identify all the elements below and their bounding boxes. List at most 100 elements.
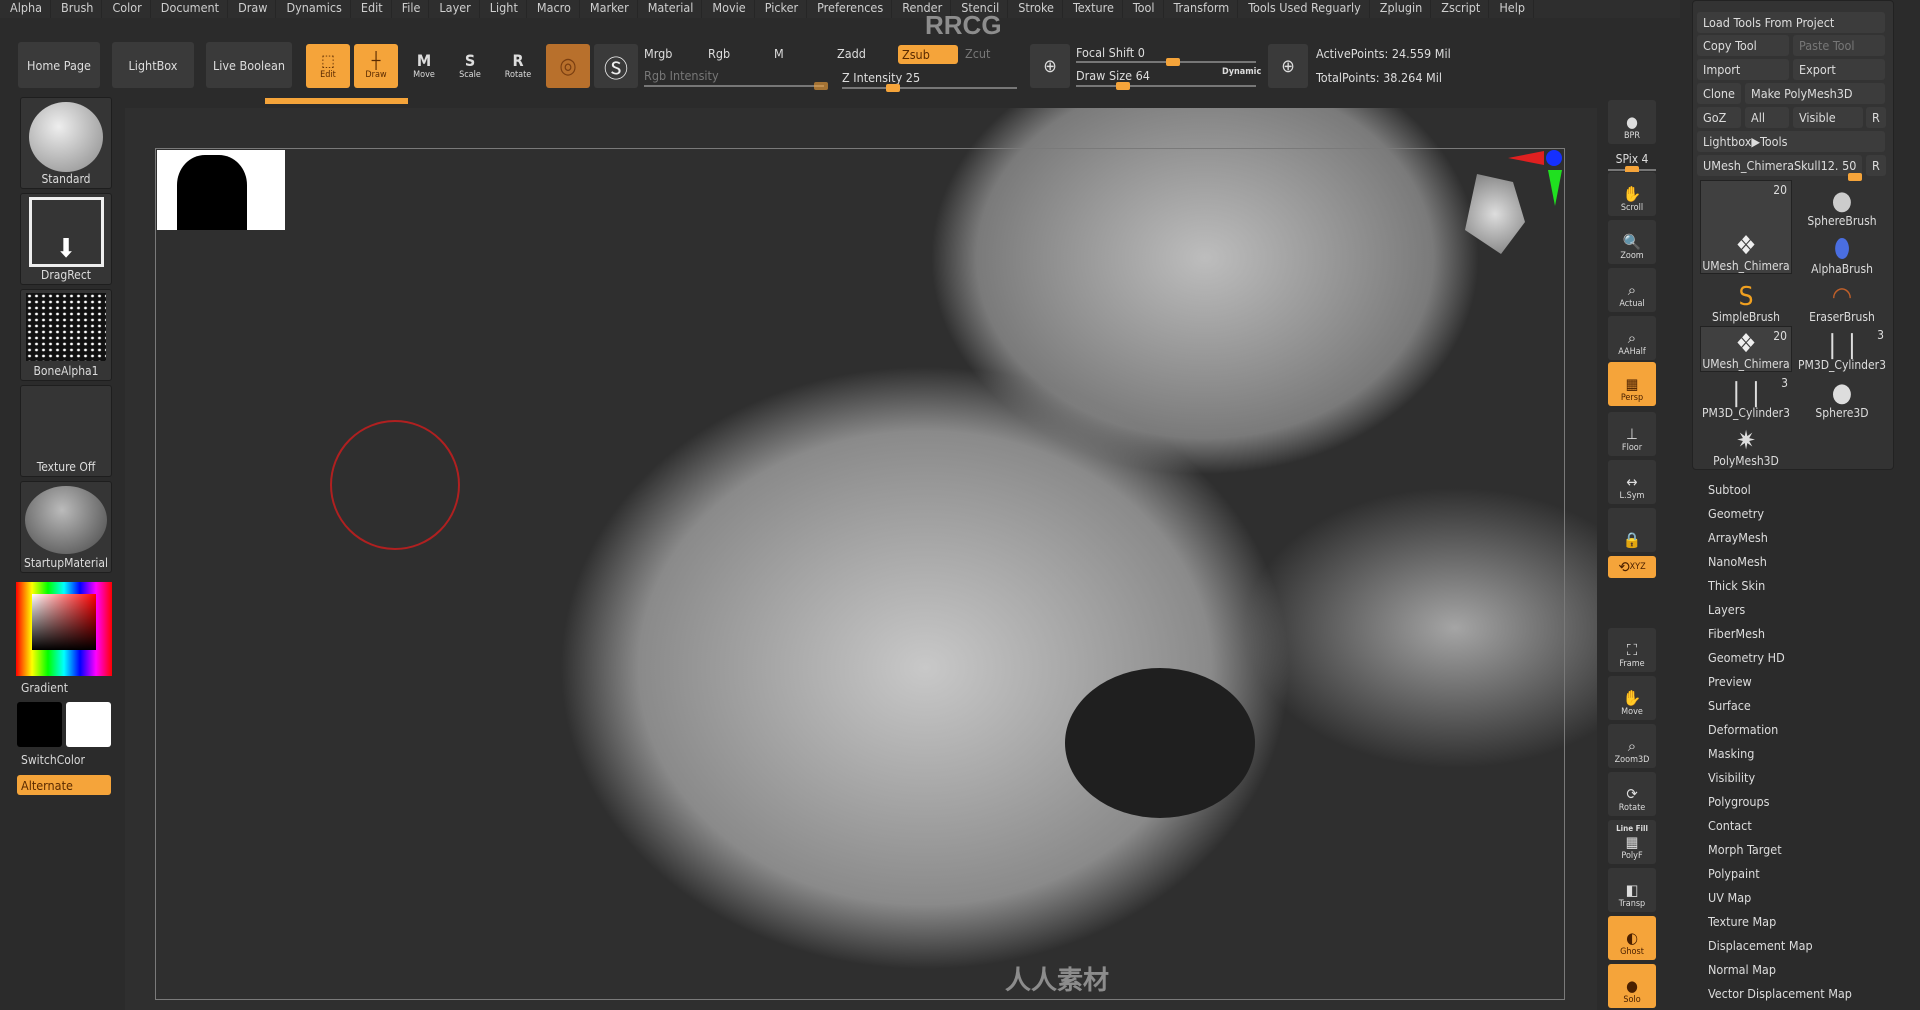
navigation-silhouette[interactable] xyxy=(157,150,285,230)
all-button[interactable]: All xyxy=(1745,107,1789,128)
alternate-button[interactable]: Alternate xyxy=(17,775,111,795)
lightbox-button[interactable]: LightBox xyxy=(112,42,194,88)
subpalette-nanomesh[interactable]: NanoMesh xyxy=(1708,554,1767,569)
shelf-floor-button[interactable]: ⊥ Floor xyxy=(1608,412,1656,456)
zsub-button[interactable]: Zsub xyxy=(898,45,958,64)
shelf-zoom-button[interactable]: 🔍 Zoom xyxy=(1608,220,1656,264)
subpalette-morph-target[interactable]: Morph Target xyxy=(1708,842,1782,857)
brush-selector[interactable]: Standard xyxy=(20,97,112,189)
menu-edit[interactable]: Edit xyxy=(351,0,392,18)
menu-zscript[interactable]: Zscript xyxy=(1431,0,1490,18)
subpalette-normal-map[interactable]: Normal Map xyxy=(1708,962,1776,977)
shelf-xyz-button[interactable]: ⟲ XYZ xyxy=(1608,556,1656,578)
lightbox-tools-button[interactable]: Lightbox▶Tools xyxy=(1697,131,1885,152)
menu-draw[interactable]: Draw xyxy=(228,0,277,18)
menu-stroke[interactable]: Stroke xyxy=(1008,0,1063,18)
edit-button[interactable]: ⬚ Edit xyxy=(306,44,350,88)
menu-texture[interactable]: Texture xyxy=(1063,0,1123,18)
m-button[interactable]: M xyxy=(774,46,784,61)
draw-button[interactable]: ┼ Draw xyxy=(354,44,398,88)
material-selector[interactable]: StartupMaterial xyxy=(20,481,112,573)
shelf-aahalf-button[interactable]: ⌕ AAHalf xyxy=(1608,316,1656,360)
subpalette-layers[interactable]: Layers xyxy=(1708,602,1745,617)
mrgb-button[interactable]: Mrgb xyxy=(644,46,672,61)
subpalette-vector-displacement-map[interactable]: Vector Displacement Map xyxy=(1708,986,1852,1001)
make-polymesh3d-button[interactable]: Make PolyMesh3D xyxy=(1745,83,1885,104)
subpalette-polygroups[interactable]: Polygroups xyxy=(1708,794,1770,809)
menu-layer[interactable]: Layer xyxy=(429,0,480,18)
tool-thumb-umesh-chimera[interactable]: 20 ❖ UMesh_Chimera xyxy=(1700,326,1792,372)
menu-tools-used-reguarly[interactable]: Tools Used Reguarly xyxy=(1238,0,1370,18)
tool-thumb-sphere3d[interactable]: ● Sphere3D xyxy=(1796,374,1888,420)
scale-button[interactable]: S Scale xyxy=(448,44,492,88)
subpalette-subtool[interactable]: Subtool xyxy=(1708,482,1751,497)
shelf-persp-button[interactable]: ▦ Persp xyxy=(1608,362,1656,406)
paste-tool-button[interactable]: Paste Tool xyxy=(1793,35,1885,56)
menu-tool[interactable]: Tool xyxy=(1123,0,1164,18)
draw-curve-button[interactable]: ⊕ xyxy=(1268,44,1308,88)
tool-thumb-pm3d-cylinder3[interactable]: 3 ❘❘ PM3D_Cylinder3 xyxy=(1796,326,1888,372)
live-boolean-button[interactable]: Live Boolean xyxy=(206,42,292,88)
subpalette-displacement-map[interactable]: Displacement Map xyxy=(1708,938,1813,953)
subpalette-uv-map[interactable]: UV Map xyxy=(1708,890,1751,905)
tool-thumb-alphabrush[interactable]: ⬮ AlphaBrush xyxy=(1796,230,1888,276)
focal-shift-curve-button[interactable]: ⊕ xyxy=(1030,44,1070,88)
zadd-button[interactable]: Zadd xyxy=(837,46,866,61)
subpalette-thick-skin[interactable]: Thick Skin xyxy=(1708,578,1765,593)
switch-color-button[interactable]: SwitchColor xyxy=(21,753,85,767)
tool-thumb-polymesh3d[interactable]: ✷ PolyMesh3D xyxy=(1700,422,1792,468)
goz-r-button[interactable]: R xyxy=(1866,107,1886,128)
subpalette-arraymesh[interactable]: ArrayMesh xyxy=(1708,530,1768,545)
zcut-button[interactable]: Zcut xyxy=(965,46,990,61)
shelf-zoom3d-button[interactable]: ⌕ Zoom3D xyxy=(1608,724,1656,768)
load-tools-from-project-button[interactable]: Load Tools From Project xyxy=(1697,12,1885,33)
shelf-move-button[interactable]: ✋ Move xyxy=(1608,676,1656,720)
shelf-solo-button[interactable]: ● Solo xyxy=(1608,964,1656,1008)
tool-thumb-pm3d-cylinder3[interactable]: 3 ❘❘ PM3D_Cylinder3 xyxy=(1700,374,1792,420)
shelf-bpr-button[interactable]: ● BPR xyxy=(1608,100,1656,144)
tool-thumb-eraserbrush[interactable]: ◠ EraserBrush xyxy=(1796,278,1888,324)
rgb-button[interactable]: Rgb xyxy=(708,46,730,61)
shelf-spix-4-button[interactable]: SPix 4 xyxy=(1608,152,1656,174)
subpalette-texture-map[interactable]: Texture Map xyxy=(1708,914,1776,929)
shelf-transp-button[interactable]: ◧ Transp xyxy=(1608,868,1656,912)
menu-macro[interactable]: Macro xyxy=(527,0,580,18)
main-color-swatch[interactable] xyxy=(66,702,111,747)
focal-shift-slider[interactable] xyxy=(1076,58,1256,66)
tool-thumb-spherebrush[interactable]: ● SphereBrush xyxy=(1796,182,1888,228)
copy-tool-button[interactable]: Copy Tool xyxy=(1697,35,1789,56)
menu-transform[interactable]: Transform xyxy=(1164,0,1239,18)
color-picker[interactable] xyxy=(16,582,112,676)
subpalette-visibility[interactable]: Visibility xyxy=(1708,770,1755,785)
shelf-lock-button[interactable]: 🔒 xyxy=(1608,508,1656,552)
subpalette-geometry[interactable]: Geometry xyxy=(1708,506,1764,521)
shelf-actual-button[interactable]: ⌕ Actual xyxy=(1608,268,1656,312)
import-button[interactable]: Import xyxy=(1697,59,1789,80)
draw-size-slider[interactable] xyxy=(1076,82,1256,90)
menu-movie[interactable]: Movie xyxy=(702,0,755,18)
tool-thumb-umesh-chimera[interactable]: 20 ❖ UMesh_Chimera xyxy=(1700,180,1792,274)
subpalette-surface[interactable]: Surface xyxy=(1708,698,1751,713)
menu-material[interactable]: Material xyxy=(638,0,703,18)
shelf-frame-button[interactable]: ⛶ Frame xyxy=(1608,628,1656,672)
menu-preferences[interactable]: Preferences xyxy=(807,0,893,18)
export-button[interactable]: Export xyxy=(1793,59,1885,80)
current-tool-r-button[interactable]: R xyxy=(1866,155,1886,176)
menu-marker[interactable]: Marker xyxy=(580,0,638,18)
gradient-label[interactable]: Gradient xyxy=(21,681,68,695)
clone-button[interactable]: Clone xyxy=(1697,83,1741,104)
subpalette-polypaint[interactable]: Polypaint xyxy=(1708,866,1760,881)
visible-button[interactable]: Visible xyxy=(1793,107,1863,128)
rotate-button[interactable]: R Rotate xyxy=(496,44,540,88)
menu-dynamics[interactable]: Dynamics xyxy=(276,0,351,18)
texture-selector[interactable]: Texture Off xyxy=(20,385,112,477)
menu-picker[interactable]: Picker xyxy=(755,0,808,18)
menu-zplugin[interactable]: Zplugin xyxy=(1370,0,1432,18)
stroke-selector[interactable]: ⬇ DragRect xyxy=(20,193,112,285)
z-intensity-slider[interactable] xyxy=(842,84,1017,92)
shelf-ghost-button[interactable]: ◐ Ghost xyxy=(1608,916,1656,960)
subpalette-contact[interactable]: Contact xyxy=(1708,818,1752,833)
subpalette-masking[interactable]: Masking xyxy=(1708,746,1754,761)
current-tool-slider[interactable]: UMesh_ChimeraSkull12. 50 xyxy=(1697,155,1862,176)
subpalette-deformation[interactable]: Deformation xyxy=(1708,722,1778,737)
